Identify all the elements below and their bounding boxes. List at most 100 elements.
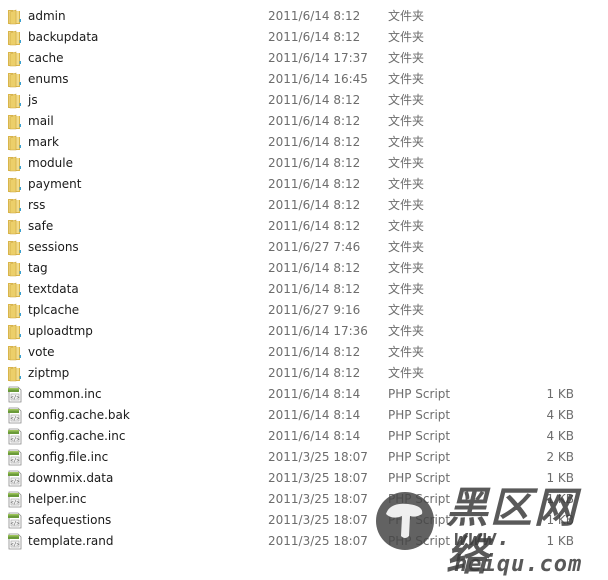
file-name[interactable]: sessions <box>28 237 79 258</box>
file-date: 2011/6/14 8:12 <box>268 93 361 107</box>
file-size: 4 KB <box>546 429 574 443</box>
file-type: 文件夹 <box>388 135 425 149</box>
file-row[interactable]: </> template.rand 2011/3/25 18:07 PHP Scrip… <box>0 531 608 552</box>
file-row[interactable]: payment 2011/6/14 8:12 文件夹 <box>0 174 608 195</box>
file-row[interactable]: rss 2011/6/14 8:12 文件夹 <box>0 195 608 216</box>
file-date: 2011/6/14 8:12 <box>268 198 361 212</box>
file-row[interactable]: mark 2011/6/14 8:12 文件夹 <box>0 132 608 153</box>
file-name[interactable]: module <box>28 153 73 174</box>
file-name[interactable]: mail <box>28 111 54 132</box>
file-name[interactable]: tag <box>28 258 48 279</box>
file-list: admin 2011/6/14 8:12 文件夹 backupdata 2011/6/1… <box>0 6 608 552</box>
file-date: 2011/6/14 8:12 <box>268 114 361 128</box>
file-date: 2011/6/14 8:12 <box>268 156 361 170</box>
file-name[interactable]: tplcache <box>28 300 79 321</box>
file-date: 2011/6/14 17:36 <box>268 324 368 338</box>
file-date: 2011/6/14 8:14 <box>268 429 361 443</box>
file-name[interactable]: common.inc <box>28 384 102 405</box>
file-date: 2011/3/25 18:07 <box>268 513 368 527</box>
file-name[interactable]: admin <box>28 6 66 27</box>
file-size: 2 KB <box>546 450 574 464</box>
php-script-icon: </> <box>7 386 23 403</box>
file-row[interactable]: module 2011/6/14 8:12 文件夹 <box>0 153 608 174</box>
file-date: 2011/6/14 8:12 <box>268 345 361 359</box>
file-type: 文件夹 <box>388 93 425 107</box>
file-date: 2011/6/14 8:14 <box>268 387 361 401</box>
file-type: PHP Script <box>388 450 451 464</box>
file-type: PHP Script <box>388 471 451 485</box>
file-date: 2011/6/27 9:16 <box>268 303 361 317</box>
file-date: 2011/6/14 16:45 <box>268 72 368 86</box>
file-row[interactable]: tplcache 2011/6/27 9:16 文件夹 <box>0 300 608 321</box>
file-name[interactable]: cache <box>28 48 64 69</box>
file-name[interactable]: payment <box>28 174 81 195</box>
file-name[interactable]: js <box>28 90 38 111</box>
file-name[interactable]: config.file.inc <box>28 447 108 468</box>
file-row[interactable]: sessions 2011/6/27 7:46 文件夹 <box>0 237 608 258</box>
file-row[interactable]: </> safequestions 2011/3/25 18:07 PHP Scrip… <box>0 510 608 531</box>
file-type: 文件夹 <box>388 198 425 212</box>
folder-icon <box>7 281 23 298</box>
file-row[interactable]: </> config.file.inc 2011/3/25 18:07 PHP Scr… <box>0 447 608 468</box>
folder-icon <box>7 302 23 319</box>
file-type: 文件夹 <box>388 156 425 170</box>
folder-icon <box>7 197 23 214</box>
file-row[interactable]: cache 2011/6/14 17:37 文件夹 <box>0 48 608 69</box>
file-type: 文件夹 <box>388 324 425 338</box>
file-row[interactable]: </> downmix.data 2011/3/25 18:07 PHP Script… <box>0 468 608 489</box>
file-row[interactable]: js 2011/6/14 8:12 文件夹 <box>0 90 608 111</box>
file-row[interactable]: enums 2011/6/14 16:45 文件夹 <box>0 69 608 90</box>
svg-text:</>: </> <box>10 542 19 548</box>
file-name[interactable]: backupdata <box>28 27 98 48</box>
file-row[interactable]: </> helper.inc 2011/3/25 18:07 PHP Script 1 … <box>0 489 608 510</box>
file-row[interactable]: ziptmp 2011/6/14 8:12 文件夹 <box>0 363 608 384</box>
file-date: 2011/6/14 8:12 <box>268 177 361 191</box>
file-name[interactable]: config.cache.inc <box>28 426 125 447</box>
folder-icon <box>7 218 23 235</box>
file-name[interactable]: config.cache.bak <box>28 405 130 426</box>
file-row[interactable]: admin 2011/6/14 8:12 文件夹 <box>0 6 608 27</box>
folder-icon <box>7 92 23 109</box>
file-name[interactable]: safequestions <box>28 510 111 531</box>
folder-icon <box>7 155 23 172</box>
php-script-icon: </> <box>7 512 23 529</box>
file-name[interactable]: mark <box>28 132 59 153</box>
file-name[interactable]: enums <box>28 69 69 90</box>
file-row[interactable]: vote 2011/6/14 8:12 文件夹 <box>0 342 608 363</box>
file-name[interactable]: ziptmp <box>28 363 69 384</box>
svg-text:</>: </> <box>10 416 19 422</box>
file-row[interactable]: </> config.cache.bak 2011/6/14 8:14 PHP Scr… <box>0 405 608 426</box>
file-name[interactable]: vote <box>28 342 55 363</box>
file-row[interactable]: </> common.inc 2011/6/14 8:14 PHP Script 1 K… <box>0 384 608 405</box>
file-row[interactable]: mail 2011/6/14 8:12 文件夹 <box>0 111 608 132</box>
file-date: 2011/6/14 8:12 <box>268 282 361 296</box>
file-name[interactable]: textdata <box>28 279 79 300</box>
file-row[interactable]: safe 2011/6/14 8:12 文件夹 <box>0 216 608 237</box>
file-type: 文件夹 <box>388 9 425 23</box>
file-type: 文件夹 <box>388 303 425 317</box>
file-row[interactable]: textdata 2011/6/14 8:12 文件夹 <box>0 279 608 300</box>
file-row[interactable]: uploadtmp 2011/6/14 17:36 文件夹 <box>0 321 608 342</box>
file-name[interactable]: template.rand <box>28 531 114 552</box>
file-row[interactable]: backupdata 2011/6/14 8:12 文件夹 <box>0 27 608 48</box>
file-name[interactable]: rss <box>28 195 45 216</box>
php-script-icon: </> <box>7 428 23 445</box>
php-script-icon: </> <box>7 407 23 424</box>
file-type: 文件夹 <box>388 282 425 296</box>
folder-icon <box>7 113 23 130</box>
file-date: 2011/3/25 18:07 <box>268 492 368 506</box>
file-row[interactable]: tag 2011/6/14 8:12 文件夹 <box>0 258 608 279</box>
file-size: 1 KB <box>546 534 574 548</box>
file-date: 2011/6/14 8:12 <box>268 261 361 275</box>
file-row[interactable]: </> config.cache.inc 2011/6/14 8:14 PHP Scr… <box>0 426 608 447</box>
file-date: 2011/6/14 17:37 <box>268 51 368 65</box>
file-name[interactable]: safe <box>28 216 53 237</box>
php-script-icon: </> <box>7 491 23 508</box>
php-script-icon: </> <box>7 449 23 466</box>
file-type: PHP Script <box>388 513 451 527</box>
file-name[interactable]: downmix.data <box>28 468 113 489</box>
file-date: 2011/6/14 8:14 <box>268 408 361 422</box>
file-type: PHP Script <box>388 408 451 422</box>
file-name[interactable]: helper.inc <box>28 489 87 510</box>
file-name[interactable]: uploadtmp <box>28 321 93 342</box>
